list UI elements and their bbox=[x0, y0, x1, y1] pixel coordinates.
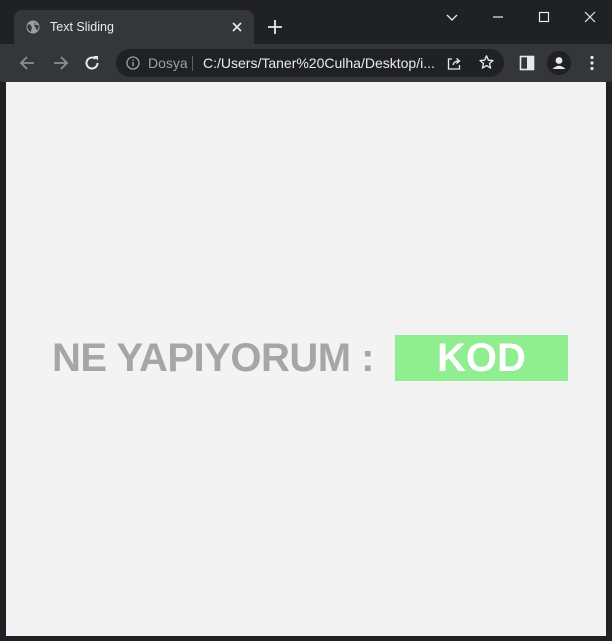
info-icon[interactable] bbox=[126, 56, 140, 70]
scheme-label: Dosya bbox=[148, 55, 188, 71]
address-bar[interactable]: Dosya C:/Users/Taner%20Culha/Desktop/i..… bbox=[116, 49, 504, 77]
kebab-menu-icon[interactable] bbox=[582, 53, 602, 73]
tab-text-sliding[interactable]: Text Sliding bbox=[14, 10, 254, 44]
separator bbox=[192, 56, 193, 71]
reload-icon[interactable] bbox=[82, 53, 102, 73]
page-content: NE YAPIYORUM : KOD bbox=[6, 82, 606, 636]
browser-toolbar: Dosya C:/Users/Taner%20Culha/Desktop/i..… bbox=[0, 44, 612, 82]
minimize-icon[interactable] bbox=[487, 6, 509, 28]
star-icon[interactable] bbox=[478, 54, 495, 71]
plus-icon[interactable] bbox=[266, 18, 284, 36]
close-icon[interactable] bbox=[228, 18, 246, 36]
sliding-word: KOD bbox=[437, 336, 526, 380]
person-icon[interactable] bbox=[547, 51, 571, 75]
browser-window: Text Sliding Dosya C:/Users/Taner%20Culh… bbox=[0, 0, 612, 641]
side-panel-icon[interactable] bbox=[517, 53, 537, 73]
static-text: NE YAPIYORUM : bbox=[52, 336, 374, 380]
maximize-icon[interactable] bbox=[533, 6, 555, 28]
chevron-down-icon[interactable] bbox=[441, 6, 463, 28]
tab-title: Text Sliding bbox=[50, 20, 114, 34]
tab-strip: Text Sliding bbox=[0, 0, 612, 44]
arrow-left-icon[interactable] bbox=[18, 53, 38, 73]
close-icon[interactable] bbox=[579, 6, 601, 28]
globe-icon bbox=[26, 20, 40, 34]
sliding-word-box: KOD bbox=[395, 335, 568, 381]
share-icon[interactable] bbox=[446, 55, 462, 71]
url-text[interactable]: C:/Users/Taner%20Culha/Desktop/i... bbox=[203, 55, 435, 71]
arrow-right-icon[interactable] bbox=[50, 53, 70, 73]
text-slider: NE YAPIYORUM : KOD bbox=[6, 335, 606, 381]
